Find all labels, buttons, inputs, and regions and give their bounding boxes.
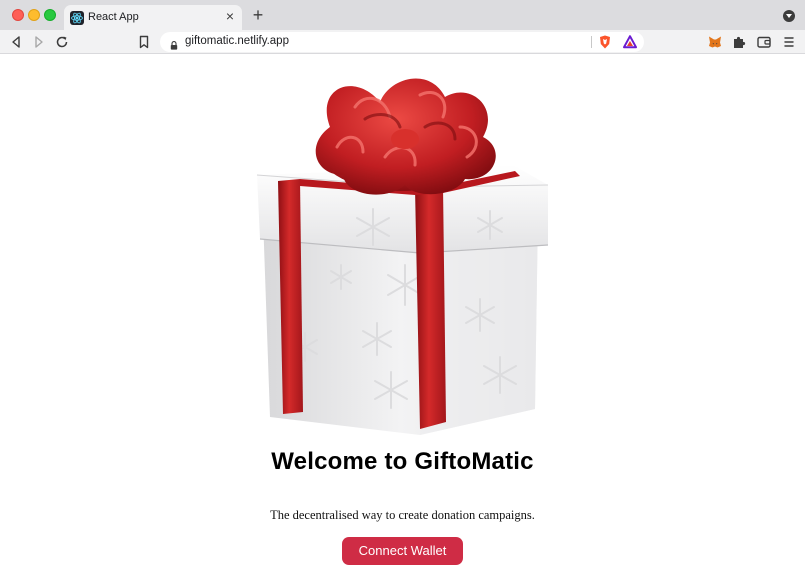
brave-shields-icon[interactable] <box>597 34 613 50</box>
connect-wallet-button[interactable]: Connect Wallet <box>342 537 463 565</box>
back-arrow-icon[interactable] <box>8 34 24 50</box>
bookmark-icon[interactable] <box>136 34 152 50</box>
page-content: Welcome to GiftoMatic The decentralised … <box>0 55 805 573</box>
gift-box-image <box>245 57 557 439</box>
puzzle-icon[interactable] <box>731 34 747 50</box>
page-title: Welcome to GiftoMatic <box>271 448 534 475</box>
address-bar[interactable]: giftomatic.netlify.app <box>160 32 644 52</box>
tab-title: React App <box>88 11 139 23</box>
address-bar-divider <box>591 36 592 48</box>
window-close-button[interactable] <box>12 9 24 21</box>
forward-arrow-icon[interactable] <box>31 34 47 50</box>
metamask-fox-icon[interactable] <box>707 34 723 50</box>
reload-icon[interactable] <box>54 34 70 50</box>
url-text[interactable]: giftomatic.netlify.app <box>185 35 289 47</box>
brave-rewards-icon[interactable] <box>622 34 638 50</box>
tab-react-app[interactable]: React App × <box>64 5 242 30</box>
wallet-icon[interactable] <box>756 34 772 50</box>
browser-titlebar: React App × + <box>0 0 805 30</box>
new-tab-button[interactable]: + <box>249 6 267 24</box>
lock-icon <box>170 37 178 50</box>
hamburger-icon[interactable] <box>781 34 797 50</box>
window-zoom-button[interactable] <box>44 9 56 21</box>
react-logo-icon <box>70 11 84 25</box>
tab-close-icon[interactable]: × <box>222 8 238 24</box>
browser-toolbar: giftomatic.netlify.app <box>0 30 805 54</box>
page-tagline: The decentralised way to create donation… <box>270 508 535 522</box>
window-minimize-button[interactable] <box>28 9 40 21</box>
tab-search-icon[interactable] <box>783 10 795 22</box>
